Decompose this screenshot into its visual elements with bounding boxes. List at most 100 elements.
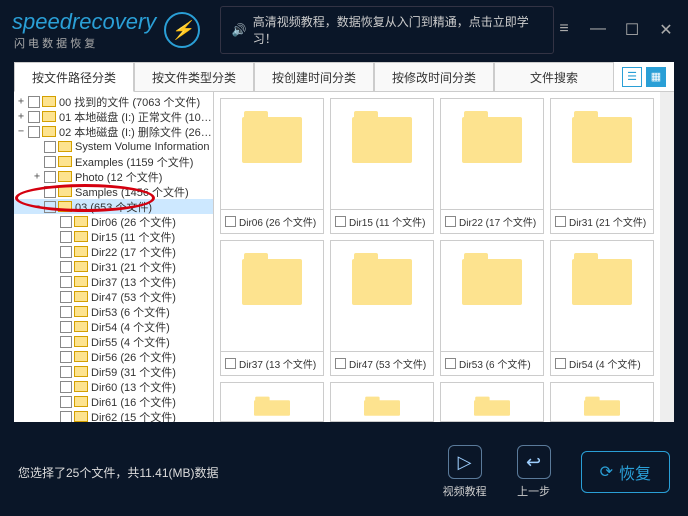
tree-row[interactable]: Dir53 (6 个文件) [14,304,213,319]
tree-label: Dir56 (26 个文件) [91,349,176,365]
grid-panel[interactable]: Dir06 (26 个文件)Dir15 (11 个文件)Dir22 (17 个文… [214,92,660,422]
tree-row[interactable]: Dir31 (21 个文件) [14,259,213,274]
folder-cell[interactable]: Dir15 (11 个文件) [330,98,434,234]
grid-checkbox[interactable] [555,358,566,369]
folder-icon [74,261,88,272]
folder-cell[interactable] [220,382,324,422]
list-view-button[interactable]: ☰ [622,67,642,87]
tree-row[interactable]: Dir59 (31 个文件) [14,364,213,379]
grid-checkbox[interactable] [225,216,236,227]
close-button[interactable]: ✕ [656,20,676,40]
grid-checkbox[interactable] [225,358,236,369]
folder-icon [74,351,88,362]
expand-icon[interactable]: − [16,126,26,137]
tree-checkbox[interactable] [60,276,72,288]
tree-checkbox[interactable] [44,201,56,213]
tree-row[interactable]: Examples (1159 个文件) [14,154,213,169]
folder-cell[interactable]: Dir47 (53 个文件) [330,240,434,376]
tree-row[interactable]: −03 (653 个文件) [14,199,213,214]
tree-row[interactable]: Dir56 (26 个文件) [14,349,213,364]
tree-row[interactable]: +Photo (12 个文件) [14,169,213,184]
tree-row[interactable]: −02 本地磁盘 (I:) 删除文件 (2677 [14,124,213,139]
tree-row[interactable]: Dir06 (26 个文件) [14,214,213,229]
tree-label: Examples (1159 个文件) [75,154,193,170]
tree-row[interactable]: Samples (1456 个文件) [14,184,213,199]
folder-icon [74,276,88,287]
folder-cell[interactable]: Dir37 (13 个文件) [220,240,324,376]
tree-row[interactable]: +01 本地磁盘 (I:) 正常文件 (1000 [14,109,213,124]
tree-checkbox[interactable] [60,396,72,408]
tree-row[interactable]: Dir54 (4 个文件) [14,319,213,334]
folder-icon [242,259,302,305]
expand-icon[interactable]: + [32,171,42,182]
scrollbar[interactable] [660,92,674,422]
tree-checkbox[interactable] [44,171,56,183]
tree-checkbox[interactable] [60,351,72,363]
tree-checkbox[interactable] [60,216,72,228]
tree-row[interactable]: Dir22 (17 个文件) [14,244,213,259]
expand-icon[interactable]: + [16,111,26,122]
recover-button[interactable]: ⟳ 恢复 [581,451,670,493]
folder-cell[interactable] [550,382,654,422]
tree-checkbox[interactable] [60,246,72,258]
expand-icon[interactable]: + [16,96,26,107]
tab-created[interactable]: 按创建时间分类 [254,62,374,92]
tree-checkbox[interactable] [60,231,72,243]
tree-checkbox[interactable] [28,111,40,123]
grid-checkbox[interactable] [445,216,456,227]
video-tutorial-button[interactable]: ▷ 视频教程 [443,445,487,499]
tree-checkbox[interactable] [60,291,72,303]
grid-checkbox[interactable] [555,216,566,227]
tree-checkbox[interactable] [28,96,40,108]
tree-checkbox[interactable] [44,141,56,153]
folder-cell[interactable] [440,382,544,422]
tutorial-banner[interactable]: 🔊 高清视频教程，数据恢复从入门到精通，点击立即学习！ [220,6,554,54]
folder-cell[interactable]: Dir54 (4 个文件) [550,240,654,376]
tree-row[interactable]: Dir60 (13 个文件) [14,379,213,394]
main-panel: 按文件路径分类 按文件类型分类 按创建时间分类 按修改时间分类 文件搜索 ☰ ▦… [14,62,674,422]
tree-row[interactable]: Dir37 (13 个文件) [14,274,213,289]
expand-icon[interactable]: − [32,201,42,212]
tree-panel[interactable]: +00 找到的文件 (7063 个文件)+01 本地磁盘 (I:) 正常文件 (… [14,92,214,422]
tree-row[interactable]: Dir55 (4 个文件) [14,334,213,349]
folder-cell[interactable]: Dir53 (6 个文件) [440,240,544,376]
grid-checkbox[interactable] [445,358,456,369]
tree-row[interactable]: Dir15 (11 个文件) [14,229,213,244]
tree-checkbox[interactable] [60,321,72,333]
tree-checkbox[interactable] [60,306,72,318]
tree-checkbox[interactable] [60,411,72,423]
grid-checkbox[interactable] [335,216,346,227]
tab-modified[interactable]: 按修改时间分类 [374,62,494,92]
tree-checkbox[interactable] [60,336,72,348]
tree-row[interactable]: Dir47 (53 个文件) [14,289,213,304]
tree-row[interactable]: System Volume Information [14,139,213,154]
tree-row[interactable]: Dir61 (16 个文件) [14,394,213,409]
folder-icon [74,321,88,332]
lightning-icon: ⚡ [164,12,200,48]
tree-checkbox[interactable] [28,126,40,138]
folder-cell[interactable] [330,382,434,422]
tree-row[interactable]: Dir62 (15 个文件) [14,409,213,422]
tree-checkbox[interactable] [44,186,56,198]
folder-cell[interactable]: Dir06 (26 个文件) [220,98,324,234]
tree-checkbox[interactable] [60,261,72,273]
folder-icon [74,231,88,242]
grid-checkbox[interactable] [335,358,346,369]
folder-cell[interactable]: Dir22 (17 个文件) [440,98,544,234]
tab-type[interactable]: 按文件类型分类 [134,62,254,92]
minimize-button[interactable]: — [588,20,608,40]
tree-label: Dir37 (13 个文件) [91,274,176,290]
folder-icon [42,126,56,137]
tree-checkbox[interactable] [60,381,72,393]
tab-path[interactable]: 按文件路径分类 [14,62,134,92]
grid-view-button[interactable]: ▦ [646,67,666,87]
maximize-button[interactable]: ☐ [622,20,642,40]
tree-checkbox[interactable] [44,156,56,168]
back-button[interactable]: ↩ 上一步 [517,445,551,499]
tree-row[interactable]: +00 找到的文件 (7063 个文件) [14,94,213,109]
menu-button[interactable]: ≡ [554,20,574,40]
tree-checkbox[interactable] [60,366,72,378]
folder-icon [254,400,290,416]
tab-search[interactable]: 文件搜索 [494,62,614,92]
folder-cell[interactable]: Dir31 (21 个文件) [550,98,654,234]
